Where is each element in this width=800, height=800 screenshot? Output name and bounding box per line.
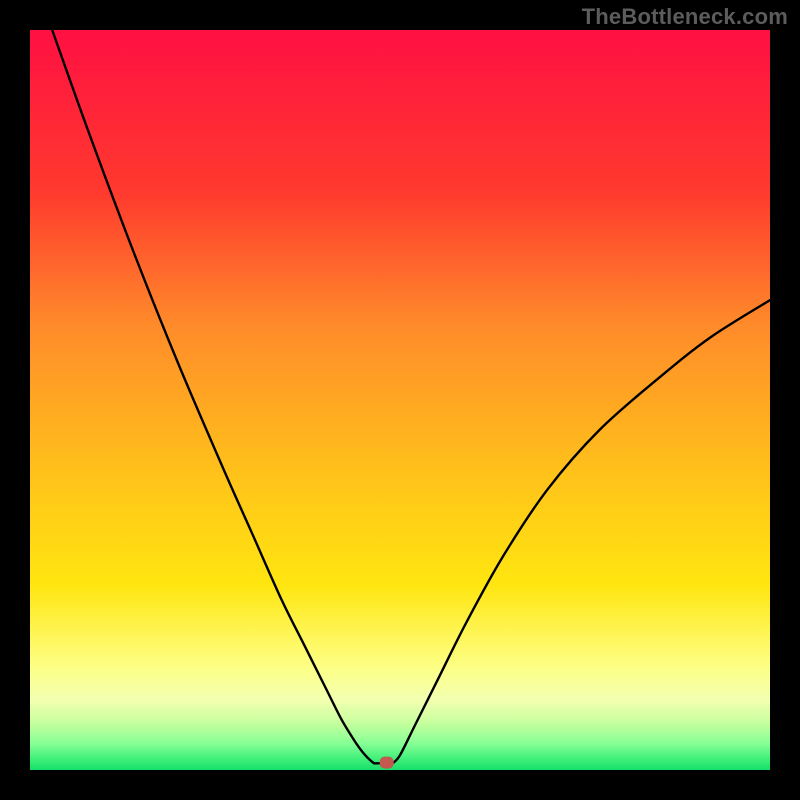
plot-background [30,30,770,770]
chart-frame: TheBottleneck.com [0,0,800,800]
bottleneck-chart [0,0,800,800]
optimum-marker [380,757,394,769]
